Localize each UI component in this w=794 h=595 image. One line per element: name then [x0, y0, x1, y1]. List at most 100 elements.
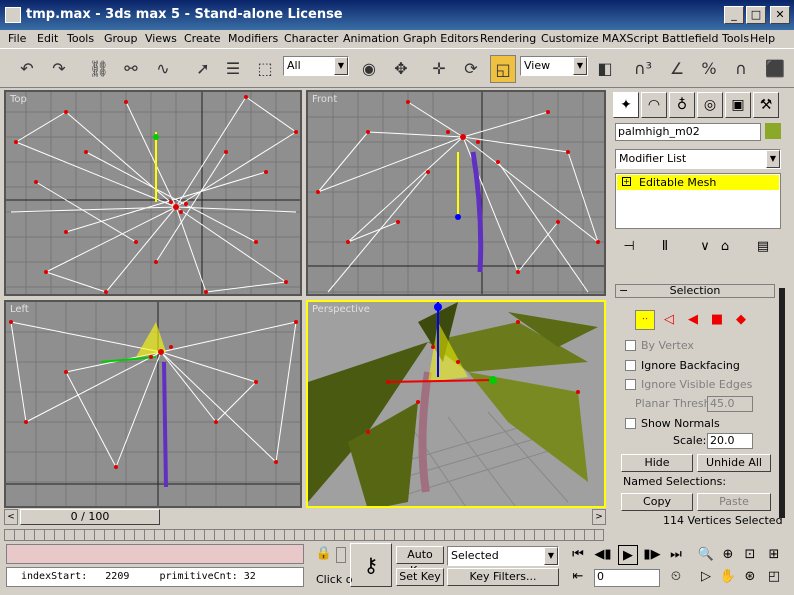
menu-modifiers[interactable]: Modifiers	[228, 32, 278, 45]
menu-maxscript[interactable]: MAXScript	[602, 32, 658, 45]
menu-help[interactable]: Help	[750, 32, 775, 45]
chevron-down-icon[interactable]: ▼	[766, 150, 780, 168]
redo-icon[interactable]: ↷	[46, 55, 72, 83]
display-tab-icon[interactable]: ▣	[725, 92, 751, 118]
unlink-icon[interactable]: ⚯	[118, 55, 144, 83]
link-icon[interactable]: ⛓	[86, 55, 112, 83]
planar-thresh-field[interactable]: 45.0	[707, 396, 753, 412]
by-vertex-checkbox[interactable]	[625, 340, 636, 351]
angle-snap-icon[interactable]: ∠	[664, 55, 690, 83]
select-arrow-icon[interactable]: ➚	[190, 55, 216, 83]
key-mode-toggle-icon[interactable]: ⇤	[568, 567, 588, 587]
maxscript-listener-mini[interactable]	[6, 544, 304, 564]
time-slider[interactable]: < 0 / 100 >	[4, 509, 606, 525]
remove-modifier-icon[interactable]: ⌂	[715, 237, 735, 257]
previous-frame-icon[interactable]: ◀▮	[593, 545, 613, 565]
ignore-backfacing-checkbox[interactable]	[625, 360, 636, 371]
set-key-button[interactable]: Set Key	[396, 568, 444, 586]
viewport-front[interactable]: Front	[306, 90, 606, 296]
expand-icon[interactable]: +	[622, 177, 631, 186]
scale-icon[interactable]: ◱	[490, 55, 516, 83]
move-icon[interactable]: ✛	[426, 55, 452, 83]
chevron-left-icon[interactable]: <	[4, 509, 18, 525]
menu-graph-editors[interactable]: Graph Editors	[403, 32, 479, 45]
snap-3d-icon[interactable]: ∩³	[630, 55, 656, 83]
key-mode-dropdown[interactable]: Selected ▼	[447, 546, 559, 566]
maximize-viewport-icon[interactable]: ◰	[764, 567, 784, 587]
next-frame-icon[interactable]: ▮▶	[642, 545, 662, 565]
menu-views[interactable]: Views	[145, 32, 177, 45]
menu-create[interactable]: Create	[184, 32, 221, 45]
menu-tools[interactable]: Tools	[67, 32, 94, 45]
rotate-icon[interactable]: ⟳	[458, 55, 484, 83]
time-slider-thumb[interactable]: 0 / 100	[20, 509, 160, 525]
bind-space-warp-icon[interactable]: ∿	[150, 55, 176, 83]
spinner-snap-icon[interactable]: ∩	[728, 55, 754, 83]
show-normals-checkbox[interactable]	[625, 418, 636, 429]
edge-level-icon[interactable]: ◁	[659, 310, 679, 330]
pin-stack-icon[interactable]: ⊣	[619, 237, 639, 257]
field-of-view-icon[interactable]: ▷	[696, 567, 716, 587]
menu-edit[interactable]: Edit	[37, 32, 58, 45]
chevron-down-icon[interactable]: ▼	[573, 57, 587, 75]
zoom-extents-all-icon[interactable]: ⊞	[764, 545, 784, 565]
copy-button[interactable]: Copy	[621, 493, 693, 511]
face-level-icon[interactable]: ◀	[683, 310, 703, 330]
reference-coord-dropdown[interactable]: View ▼	[520, 56, 588, 76]
viewport-left[interactable]: Left	[4, 300, 302, 508]
zoom-extents-icon[interactable]: ⊡	[740, 545, 760, 565]
minimize-button[interactable]: _	[724, 6, 744, 24]
polygon-level-icon[interactable]: ■	[707, 310, 727, 330]
hierarchy-tab-icon[interactable]: ♁	[669, 92, 695, 118]
panel-scrollbar[interactable]	[779, 288, 785, 518]
menu-animation[interactable]: Animation	[343, 32, 399, 45]
lock-icon[interactable]: 🔒	[314, 544, 334, 564]
element-level-icon[interactable]: ◆	[731, 310, 751, 330]
selection-lock-field[interactable]	[336, 547, 346, 563]
play-icon[interactable]: ▶	[618, 545, 638, 565]
chevron-right-icon[interactable]: >	[592, 509, 606, 525]
object-name-field[interactable]: palmhigh_m02	[615, 123, 761, 141]
menu-battlefield-tools[interactable]: Battlefield Tools	[662, 32, 749, 45]
auto-key-button[interactable]: Auto Key	[396, 546, 444, 577]
chevron-down-icon[interactable]: ▼	[544, 547, 558, 565]
go-to-end-icon[interactable]: ⏭	[666, 545, 686, 565]
selection-rollout-header[interactable]: − Selection	[615, 284, 775, 298]
select-by-name-icon[interactable]: ☰	[220, 55, 246, 83]
undo-icon[interactable]: ↶	[14, 55, 40, 83]
stack-item-editable-mesh[interactable]: + Editable Mesh	[617, 175, 779, 190]
zoom-all-icon[interactable]: ⊕	[718, 545, 738, 565]
key-icon[interactable]: ⚷	[350, 543, 392, 587]
motion-tab-icon[interactable]: ◎	[697, 92, 723, 118]
menu-file[interactable]: File	[8, 32, 26, 45]
chevron-down-icon[interactable]: ▼	[334, 57, 348, 75]
box-icon[interactable]: ⬛	[762, 55, 788, 83]
selection-filter-dropdown[interactable]: All ▼	[283, 56, 349, 76]
track-bar[interactable]	[4, 529, 604, 541]
pivot-center-icon[interactable]: ◧	[592, 55, 618, 83]
object-color-swatch[interactable]	[765, 123, 781, 139]
pan-icon[interactable]: ✋	[718, 567, 738, 587]
menu-character[interactable]: Character	[284, 32, 338, 45]
make-unique-icon[interactable]: ∨	[695, 237, 715, 257]
arc-rotate-icon[interactable]: ⊛	[740, 567, 760, 587]
menu-customize[interactable]: Customize	[541, 32, 599, 45]
modify-tab-icon[interactable]: ◠	[641, 92, 667, 118]
viewport-perspective[interactable]: Perspective	[306, 300, 606, 508]
menu-rendering[interactable]: Rendering	[480, 32, 536, 45]
show-end-result-icon[interactable]: Ⅱ	[655, 237, 675, 257]
unhide-all-button[interactable]: Unhide All	[697, 454, 771, 472]
zoom-icon[interactable]: 🔍	[696, 545, 716, 565]
time-configuration-icon[interactable]: ⏲	[666, 567, 686, 587]
select-object-icon[interactable]: ◉	[356, 55, 382, 83]
select-move-icon[interactable]: ✥	[388, 55, 414, 83]
viewport-top[interactable]: Top	[4, 90, 302, 296]
region-select-icon[interactable]: ⬚	[252, 55, 278, 83]
menu-group[interactable]: Group	[104, 32, 138, 45]
go-to-start-icon[interactable]: ⏮	[568, 545, 588, 565]
hide-button[interactable]: Hide	[621, 454, 693, 472]
close-button[interactable]: ✕	[770, 6, 790, 24]
create-tab-icon[interactable]: ✦	[613, 92, 639, 118]
scale-field[interactable]: 20.0	[707, 433, 753, 449]
key-filters-button[interactable]: Key Filters...	[447, 568, 559, 586]
